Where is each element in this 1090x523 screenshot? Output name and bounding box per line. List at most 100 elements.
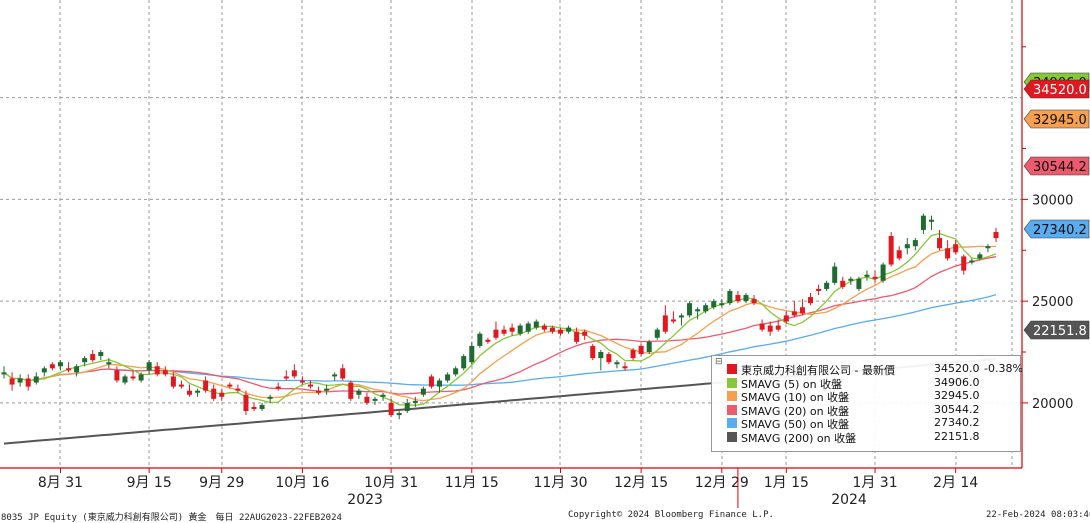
candle-body bbox=[299, 380, 305, 383]
candle bbox=[66, 362, 72, 373]
candle bbox=[646, 339, 652, 355]
candle-body bbox=[953, 244, 959, 253]
candle bbox=[872, 270, 878, 283]
candle bbox=[985, 244, 991, 253]
candle bbox=[912, 238, 918, 251]
candle-body bbox=[453, 368, 459, 375]
footer-security: 8035 JP Equity (東京威力科創有限公司) 黃金 每日 22AUG2… bbox=[1, 513, 342, 523]
candle bbox=[670, 311, 676, 324]
candle bbox=[888, 231, 894, 267]
candle-body bbox=[695, 309, 701, 312]
candle-body bbox=[267, 396, 273, 399]
candle bbox=[461, 354, 467, 371]
candle-body bbox=[404, 402, 410, 412]
candle-body bbox=[920, 215, 926, 230]
candle-body bbox=[743, 295, 749, 302]
candle-body bbox=[420, 388, 426, 395]
x-tick-label: 12月 29 bbox=[695, 475, 749, 491]
candle bbox=[485, 337, 491, 344]
value-tag: 34520.0 bbox=[1023, 79, 1090, 99]
candle-body bbox=[517, 325, 523, 334]
candle-body bbox=[74, 366, 80, 373]
legend-series-value: 22151.8 bbox=[934, 430, 980, 443]
candle-body bbox=[501, 329, 507, 334]
legend-swatch bbox=[727, 364, 737, 374]
candle bbox=[678, 313, 684, 326]
candle-body bbox=[646, 341, 652, 353]
candle-body bbox=[66, 368, 72, 371]
year-label: 2024 bbox=[831, 492, 867, 508]
candle-body bbox=[283, 376, 289, 379]
candle-body bbox=[783, 315, 789, 322]
candle bbox=[283, 370, 289, 381]
candle-body bbox=[170, 376, 176, 387]
y-tick-label: 20000 bbox=[1032, 397, 1073, 412]
candle-body bbox=[324, 388, 330, 391]
candle-body bbox=[178, 384, 184, 387]
candle bbox=[1, 366, 7, 379]
candle bbox=[90, 349, 96, 363]
candle-body bbox=[799, 307, 805, 314]
value-tag: 32945.0 bbox=[1023, 109, 1090, 129]
candle bbox=[969, 258, 975, 265]
candle-body bbox=[445, 374, 451, 381]
candle bbox=[251, 402, 257, 412]
candle-body bbox=[549, 327, 555, 332]
candle-body bbox=[654, 329, 660, 338]
candle-body bbox=[469, 345, 475, 363]
candle bbox=[937, 229, 943, 251]
candle bbox=[816, 284, 822, 296]
candle-body bbox=[791, 311, 797, 316]
candle bbox=[445, 372, 451, 383]
legend-row: SMAVG (20) on 收盤 30544.2 bbox=[712, 403, 1020, 418]
x-tick-label: 9月 29 bbox=[199, 475, 244, 491]
candle bbox=[493, 321, 499, 340]
candle-body bbox=[824, 282, 830, 289]
candle-body bbox=[711, 301, 717, 308]
candle bbox=[509, 323, 515, 336]
candle bbox=[203, 376, 209, 393]
candle-body bbox=[945, 248, 951, 259]
value-tag-label: 32945.0 bbox=[1033, 113, 1087, 128]
candle bbox=[356, 388, 362, 399]
candle-body bbox=[340, 368, 346, 379]
candle bbox=[993, 227, 999, 243]
candle-body bbox=[364, 396, 370, 403]
candle bbox=[759, 319, 765, 332]
candle-body bbox=[90, 354, 96, 361]
candle-body bbox=[227, 384, 233, 387]
x-tick-label: 9月 15 bbox=[127, 475, 172, 491]
candle bbox=[372, 396, 378, 405]
candle-body bbox=[203, 380, 209, 391]
year-label: 2023 bbox=[347, 492, 383, 508]
candle bbox=[808, 293, 814, 306]
candle-body bbox=[130, 376, 136, 379]
candle bbox=[687, 301, 693, 318]
candle-body bbox=[25, 378, 31, 387]
legend-swatch bbox=[727, 391, 737, 402]
candle-body bbox=[437, 380, 443, 387]
candle bbox=[880, 262, 886, 283]
candle bbox=[541, 323, 547, 332]
candle bbox=[17, 374, 23, 387]
y-tick-label: 25000 bbox=[1032, 295, 1073, 310]
candle bbox=[832, 262, 838, 285]
candle-body bbox=[848, 278, 854, 281]
candle-body bbox=[961, 256, 967, 271]
legend: ⊟ 東京威力科創有限公司 - 最新價 34520.0 -0.38% SMAVG (5)… bbox=[711, 355, 1023, 452]
candle-body bbox=[533, 321, 539, 328]
candle-body bbox=[808, 297, 814, 304]
candle bbox=[864, 270, 870, 281]
candle-body bbox=[332, 374, 338, 377]
candle-body bbox=[590, 345, 596, 359]
value-tag-label: 34520.0 bbox=[1033, 83, 1087, 98]
candle bbox=[130, 370, 136, 381]
candle-body bbox=[275, 386, 281, 389]
legend-series-value: 34906.0 bbox=[934, 375, 980, 389]
candle bbox=[404, 398, 410, 414]
x-tick-label: 12月 15 bbox=[614, 475, 668, 491]
candle-body bbox=[461, 356, 467, 369]
candle bbox=[856, 276, 862, 291]
candle-body bbox=[969, 260, 975, 263]
candle bbox=[348, 380, 354, 401]
